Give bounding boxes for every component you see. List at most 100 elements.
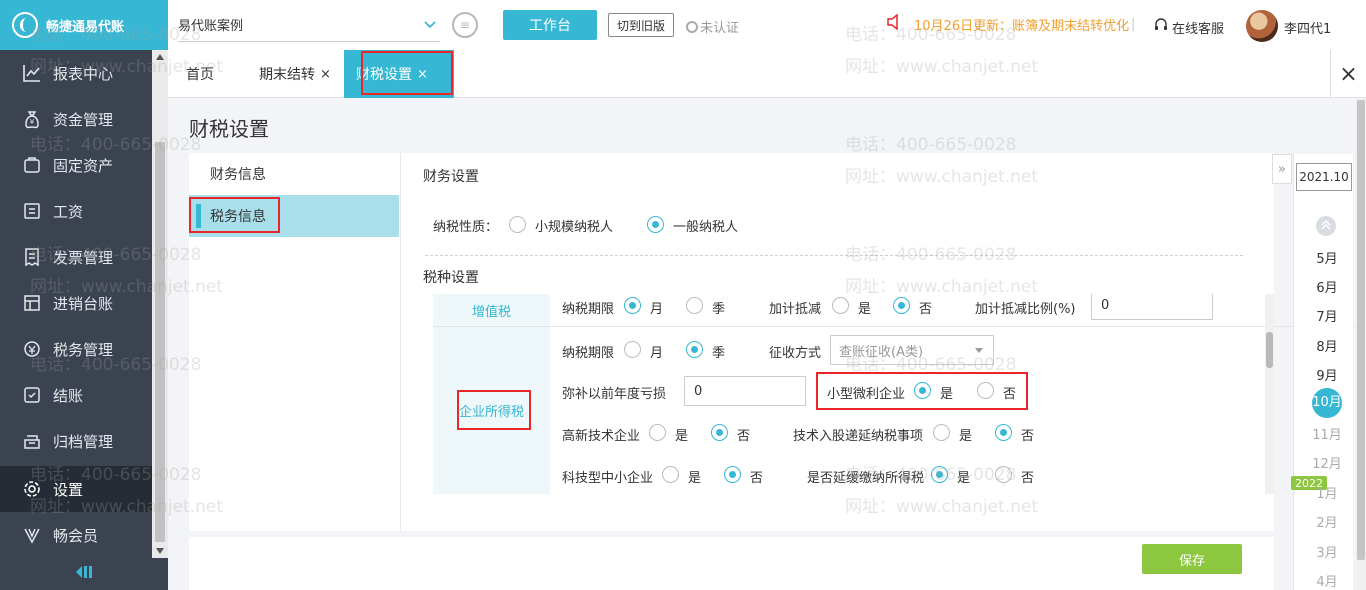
month-item[interactable]: 8月 xyxy=(1310,336,1344,355)
sidebar-item-label: 结账 xyxy=(53,386,84,405)
online-service-button[interactable]: 在线客服 xyxy=(1153,17,1224,37)
vat-deduct-no-radio[interactable] xyxy=(893,297,910,314)
cit-method-select[interactable]: 查账征收(A类) xyxy=(830,335,994,365)
vat-period-month-radio[interactable] xyxy=(624,297,641,314)
scrollbar-thumb[interactable] xyxy=(1357,100,1365,560)
sidebar-scrollbar[interactable] xyxy=(152,50,168,558)
sidebar-item-settings[interactable]: 设置 xyxy=(0,466,152,512)
vat-deduct-label: 加计抵减 xyxy=(769,302,822,317)
chevron-down-icon xyxy=(424,18,436,33)
sidebar-item-checkout[interactable]: 结账 xyxy=(0,372,152,418)
expand-panel-button[interactable]: » xyxy=(1272,154,1292,184)
cit-tech-equity-no-radio[interactable] xyxy=(995,424,1012,441)
subnav-label: 财务信息 xyxy=(210,167,266,183)
cit-hitech-no-radio[interactable] xyxy=(711,424,728,441)
service-label: 在线客服 xyxy=(1172,21,1225,37)
cit-defer-no-radio[interactable] xyxy=(995,466,1012,483)
subnav-finance-info[interactable]: 财务信息 xyxy=(189,153,399,195)
month-item-current[interactable]: 10月 xyxy=(1312,388,1342,418)
vat-deduct-yes-radio[interactable] xyxy=(832,297,849,314)
radio-label: 是 xyxy=(675,429,689,444)
scrollbar-thumb[interactable] xyxy=(155,142,165,542)
page-scrollbar[interactable] xyxy=(1356,98,1366,590)
sidebar-item-reports[interactable]: 报表中心 xyxy=(0,50,152,96)
sidebar-item-fixed-assets[interactable]: 固定资产 xyxy=(0,142,152,188)
cit-sme-no-radio[interactable] xyxy=(724,466,741,483)
tab-period-end[interactable]: 期末结转 × xyxy=(247,50,343,98)
current-period[interactable]: 2021.10 xyxy=(1296,163,1352,191)
period-up-button[interactable] xyxy=(1316,216,1336,236)
sidebar-item-tax[interactable]: 税务管理 xyxy=(0,326,152,372)
month-item[interactable]: 6月 xyxy=(1310,277,1344,296)
save-button[interactable]: 保存 xyxy=(1142,544,1242,574)
cit-sme-yes-radio[interactable] xyxy=(662,466,679,483)
cit-method-label: 征收方式 xyxy=(769,346,822,361)
month-item[interactable]: 5月 xyxy=(1310,248,1344,267)
collapse-sidebar-button[interactable] xyxy=(0,558,168,590)
document-icon[interactable]: ≡ xyxy=(452,12,478,38)
cit-period-quarter-radio[interactable] xyxy=(686,341,703,358)
taxpayer-small-radio[interactable] xyxy=(509,216,526,233)
svg-text:¥: ¥ xyxy=(30,118,35,126)
notice-text: 10月26日更新：账簿及期末结转优化 xyxy=(914,18,1130,34)
month-item[interactable]: 4月 xyxy=(1310,571,1344,590)
tax-table-scrollbar[interactable] xyxy=(1265,294,1274,494)
archive-icon xyxy=(22,431,42,451)
month-item[interactable]: 9月 xyxy=(1310,365,1344,384)
sidebar-item-label: 归档管理 xyxy=(53,432,114,451)
month-item[interactable]: 2月 xyxy=(1310,512,1344,531)
highlight-box xyxy=(361,51,453,95)
sidebar-item-ledger[interactable]: 进销台账 xyxy=(0,280,152,326)
highlight-box xyxy=(457,390,531,430)
taxpayer-general-radio[interactable] xyxy=(647,216,664,233)
certification-label: 未认证 xyxy=(700,21,740,36)
highlight-box xyxy=(189,197,280,233)
close-all-tabs-icon[interactable]: × xyxy=(1330,50,1366,98)
divider xyxy=(425,255,1243,256)
taxpayer-label: 纳税性质： xyxy=(433,220,499,235)
cit-defer-yes-radio[interactable] xyxy=(931,466,948,483)
vat-ratio-input[interactable]: 0 xyxy=(1091,294,1213,320)
sidebar-item-label: 畅会员 xyxy=(53,526,99,545)
scroll-up-icon[interactable] xyxy=(156,54,164,60)
month-item[interactable]: 1月 xyxy=(1310,483,1344,502)
scrollbar-thumb[interactable] xyxy=(1266,332,1273,368)
cit-loss-input[interactable]: 0 xyxy=(684,376,806,406)
vat-period-label: 纳税期限 xyxy=(562,302,615,317)
company-select[interactable]: 易代账案例 xyxy=(178,8,440,42)
footer-bar xyxy=(189,537,1274,590)
sidebar-item-label: 发票管理 xyxy=(53,248,114,267)
radio-label: 否 xyxy=(750,471,764,486)
vat-period-quarter-radio[interactable] xyxy=(686,297,703,314)
sidebar-item-archive[interactable]: 归档管理 xyxy=(0,418,152,464)
certification-status[interactable]: 未认证 xyxy=(686,17,739,36)
radio-label: 否 xyxy=(1021,429,1035,444)
avatar[interactable] xyxy=(1246,10,1278,42)
sidebar-item-salary[interactable]: 工资 xyxy=(0,188,152,234)
month-item[interactable]: 7月 xyxy=(1310,306,1344,325)
sidebar: 畅捷通易代账 报表中心 ¥ 资金管理 固定资产 工资 发票管理 进销台账 税务管… xyxy=(0,0,168,590)
username[interactable]: 李四代1 xyxy=(1284,18,1331,37)
cit-hitech-yes-radio[interactable] xyxy=(649,424,666,441)
switch-old-version-button[interactable]: 切到旧版 xyxy=(608,13,674,37)
sidebar-item-funds[interactable]: ¥ 资金管理 xyxy=(0,96,152,142)
month-item[interactable]: 3月 xyxy=(1310,542,1344,561)
update-notice[interactable]: 10月26日更新：账簿及期末结转优化 xyxy=(886,13,1130,34)
tab-label: 期末结转 xyxy=(259,67,315,83)
cit-period-month-radio[interactable] xyxy=(624,341,641,358)
month-item[interactable]: 11月 xyxy=(1310,424,1344,443)
tax-section-title: 税种设置 xyxy=(423,270,479,286)
workbench-button[interactable]: 工作台 xyxy=(503,10,597,40)
cit-tech-equity-yes-radio[interactable] xyxy=(933,424,950,441)
sidebar-item-label: 进销台账 xyxy=(53,294,114,313)
company-name: 易代账案例 xyxy=(178,19,244,34)
watermark: 电话：400-665-0028 xyxy=(845,135,1017,155)
brand-logo[interactable]: 畅捷通易代账 xyxy=(0,0,168,50)
sidebar-item-label: 资金管理 xyxy=(53,110,114,129)
scroll-down-icon[interactable] xyxy=(156,548,164,554)
sidebar-item-invoices[interactable]: 发票管理 xyxy=(0,234,152,280)
month-item[interactable]: 12月 xyxy=(1310,453,1344,472)
sidebar-item-vip[interactable]: 畅会员 xyxy=(0,512,152,558)
tab-home[interactable]: 首页 xyxy=(174,50,226,98)
close-icon[interactable]: × xyxy=(320,67,331,82)
